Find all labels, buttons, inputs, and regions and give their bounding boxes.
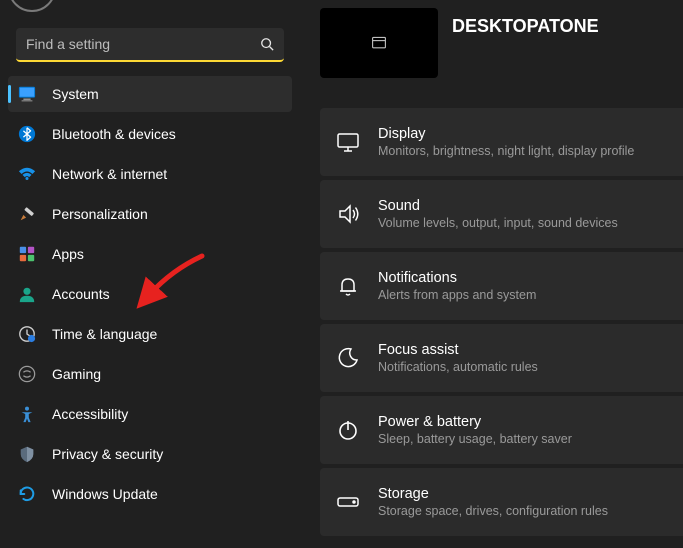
sidebar-item-label: System (52, 86, 99, 102)
sidebar-item-label: Windows Update (52, 486, 158, 502)
sidebar-item-windows-update[interactable]: Windows Update (8, 476, 292, 512)
sidebar-item-privacy[interactable]: Privacy & security (8, 436, 292, 472)
card-subtitle: Monitors, brightness, night light, displ… (378, 144, 634, 158)
card-title: Sound (378, 198, 618, 214)
settings-nav: System Bluetooth & devices Network & int… (8, 76, 292, 512)
card-notifications[interactable]: Notifications Alerts from apps and syste… (320, 252, 683, 320)
card-title: Storage (378, 486, 608, 502)
sidebar-item-accounts[interactable]: Accounts (8, 276, 292, 312)
wifi-icon (18, 165, 36, 183)
sidebar-item-label: Accounts (52, 286, 110, 302)
search-input[interactable] (16, 28, 284, 60)
accounts-icon (18, 285, 36, 303)
sidebar-item-label: Accessibility (52, 406, 128, 422)
card-sound[interactable]: Sound Volume levels, output, input, soun… (320, 180, 683, 248)
sidebar-item-apps[interactable]: Apps (8, 236, 292, 272)
moon-icon (336, 346, 360, 370)
sidebar-item-label: Apps (52, 246, 84, 262)
paintbrush-icon (18, 205, 36, 223)
system-icon (18, 85, 36, 103)
bell-icon (336, 274, 360, 298)
sidebar-item-label: Bluetooth & devices (52, 126, 176, 142)
card-subtitle: Storage space, drives, configuration rul… (378, 504, 608, 518)
sound-icon (336, 202, 360, 226)
search-icon (260, 37, 274, 51)
system-card-list: Display Monitors, brightness, night ligh… (320, 108, 683, 536)
shield-icon (18, 445, 36, 463)
sidebar-item-gaming[interactable]: Gaming (8, 356, 292, 392)
card-focus-assist[interactable]: Focus assist Notifications, automatic ru… (320, 324, 683, 392)
accessibility-icon (18, 405, 36, 423)
device-thumbnail[interactable] (320, 8, 438, 78)
card-storage[interactable]: Storage Storage space, drives, configura… (320, 468, 683, 536)
search-wrap (8, 0, 292, 62)
clock-globe-icon (18, 325, 36, 343)
search-box[interactable] (16, 28, 284, 62)
sidebar-item-label: Privacy & security (52, 446, 163, 462)
settings-sidebar: System Bluetooth & devices Network & int… (0, 0, 300, 548)
display-icon (336, 130, 360, 154)
card-subtitle: Notifications, automatic rules (378, 360, 538, 374)
card-title: Focus assist (378, 342, 538, 358)
power-icon (336, 418, 360, 442)
storage-icon (336, 490, 360, 514)
sidebar-item-system[interactable]: System (8, 76, 292, 112)
sidebar-item-label: Gaming (52, 366, 101, 382)
sidebar-item-accessibility[interactable]: Accessibility (8, 396, 292, 432)
card-power-battery[interactable]: Power & battery Sleep, battery usage, ba… (320, 396, 683, 464)
gaming-icon (18, 365, 36, 383)
window-icon (371, 35, 387, 51)
card-title: Notifications (378, 270, 536, 286)
system-page: DESKTOPATONE Display Monitors, brightnes… (300, 0, 683, 548)
card-subtitle: Alerts from apps and system (378, 288, 536, 302)
bluetooth-icon (18, 125, 36, 143)
update-icon (18, 485, 36, 503)
sidebar-item-label: Personalization (52, 206, 148, 222)
device-name: DESKTOPATONE (452, 8, 599, 37)
sidebar-item-personalization[interactable]: Personalization (8, 196, 292, 232)
card-subtitle: Sleep, battery usage, battery saver (378, 432, 572, 446)
device-header: DESKTOPATONE (320, 8, 683, 78)
sidebar-item-network[interactable]: Network & internet (8, 156, 292, 192)
sidebar-item-label: Time & language (52, 326, 157, 342)
sidebar-item-label: Network & internet (52, 166, 167, 182)
card-title: Display (378, 126, 634, 142)
sidebar-item-time-language[interactable]: Time & language (8, 316, 292, 352)
sidebar-item-bluetooth[interactable]: Bluetooth & devices (8, 116, 292, 152)
card-subtitle: Volume levels, output, input, sound devi… (378, 216, 618, 230)
card-title: Power & battery (378, 414, 572, 430)
apps-icon (18, 245, 36, 263)
card-display[interactable]: Display Monitors, brightness, night ligh… (320, 108, 683, 176)
